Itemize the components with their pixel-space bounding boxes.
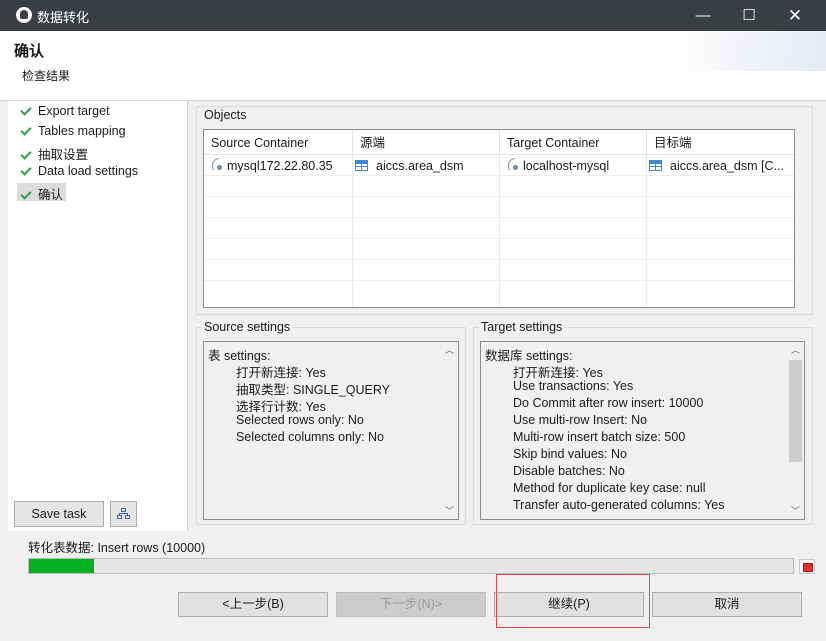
settings-line: Multi-row insert batch size: 500: [513, 430, 686, 444]
step-export-target[interactable]: Export target: [17, 103, 113, 121]
settings-line: Disable batches: No: [513, 464, 625, 478]
column-header-target-container[interactable]: Target Container: [500, 130, 647, 155]
step-label: 抽取设置: [38, 148, 89, 162]
settings-line: Use multi-row Insert: No: [513, 413, 648, 427]
wizard-header: 确认 检查结果: [0, 31, 826, 101]
settings-line: Transfer auto-generated columns: Yes: [513, 498, 725, 512]
table-icon: [649, 160, 662, 171]
source-settings-label: Source settings: [202, 320, 293, 334]
step-label: 确认: [38, 188, 64, 202]
title-bar: 数据转化 — ☐ ✕: [0, 0, 826, 31]
progress-fill: [29, 559, 94, 573]
back-button[interactable]: <上一步(B): [178, 592, 328, 617]
target-settings-label: Target settings: [479, 320, 565, 334]
scroll-thumb[interactable]: [789, 360, 802, 462]
source-settings-text[interactable]: 表 settings: 打开新连接: Yes 抽取类型: SINGLE_QUER…: [203, 341, 459, 520]
checkmark-icon: [19, 165, 31, 175]
next-button[interactable]: 下一步(N)>: [336, 592, 486, 617]
step-confirm[interactable]: 确认: [17, 183, 67, 202]
app-logo-icon: [16, 7, 32, 23]
highlight-box: [496, 574, 650, 628]
step-tables-mapping[interactable]: Tables mapping: [17, 123, 129, 141]
target-container-cell: localhost-mysql: [523, 159, 610, 173]
objects-table[interactable]: Source Container 源端 Target Container 目标端…: [203, 129, 795, 308]
settings-line: Selected rows only: No: [236, 413, 364, 427]
step-label: Export target: [38, 104, 110, 118]
window-title: 数据转化: [37, 10, 90, 25]
stop-button[interactable]: [799, 559, 815, 574]
minimize-button[interactable]: —: [680, 0, 726, 31]
target-cell: aiccs.area_dsm [C...: [670, 159, 784, 173]
connection-icon: [210, 159, 224, 171]
page-title: 确认: [14, 43, 45, 60]
tree-structure-icon: [117, 508, 130, 520]
checkmark-icon: [19, 149, 31, 159]
step-label: Tables mapping: [38, 124, 126, 138]
checkmark-icon: [19, 189, 31, 199]
source-settings-scrollbar[interactable]: ︿ ﹀: [441, 342, 458, 519]
objects-label: Objects: [202, 108, 249, 122]
page-subtitle: 检查结果: [22, 69, 71, 83]
table-icon: [355, 160, 368, 171]
settings-line: Skip bind values: No: [513, 447, 627, 461]
maximize-button[interactable]: ☐: [726, 0, 772, 31]
settings-line: Do Commit after row insert: 10000: [513, 396, 704, 410]
scroll-down-icon[interactable]: ﹀: [441, 503, 458, 519]
progress-bar: [28, 558, 794, 574]
checkmark-icon: [19, 125, 31, 135]
step-data-load-settings[interactable]: Data load settings: [17, 163, 141, 181]
header-decoration: [676, 31, 826, 71]
connection-icon: [506, 159, 520, 171]
save-task-button[interactable]: Save task: [14, 501, 104, 527]
task-config-button[interactable]: [110, 501, 137, 527]
transfer-status: 转化表数据: Insert rows (10000): [28, 541, 206, 555]
settings-line: Use transactions: Yes: [513, 379, 634, 393]
checkmark-icon: [19, 105, 31, 115]
source-cell: aiccs.area_dsm: [376, 159, 464, 173]
column-header-target[interactable]: 目标端: [647, 130, 794, 155]
target-settings-scrollbar[interactable]: ︿ ﹀: [787, 342, 804, 519]
target-settings-text[interactable]: 数据库 settings: 打开新连接: Yes Use transaction…: [480, 341, 805, 520]
step-extract-settings[interactable]: 抽取设置: [17, 143, 91, 162]
settings-line: Method for duplicate key case: null: [513, 481, 706, 495]
scroll-down-icon[interactable]: ﹀: [787, 503, 804, 519]
close-button[interactable]: ✕: [772, 0, 818, 31]
settings-line: Selected columns only: No: [236, 430, 384, 444]
column-header-source-container[interactable]: Source Container: [204, 130, 353, 155]
scroll-up-icon[interactable]: ︿: [787, 342, 804, 358]
scroll-up-icon[interactable]: ︿: [441, 342, 458, 358]
source-container-cell: mysql172.22.80.35: [227, 159, 333, 173]
cancel-button[interactable]: 取消: [652, 592, 802, 617]
step-label: Data load settings: [38, 164, 139, 178]
column-header-source[interactable]: 源端: [353, 130, 500, 155]
